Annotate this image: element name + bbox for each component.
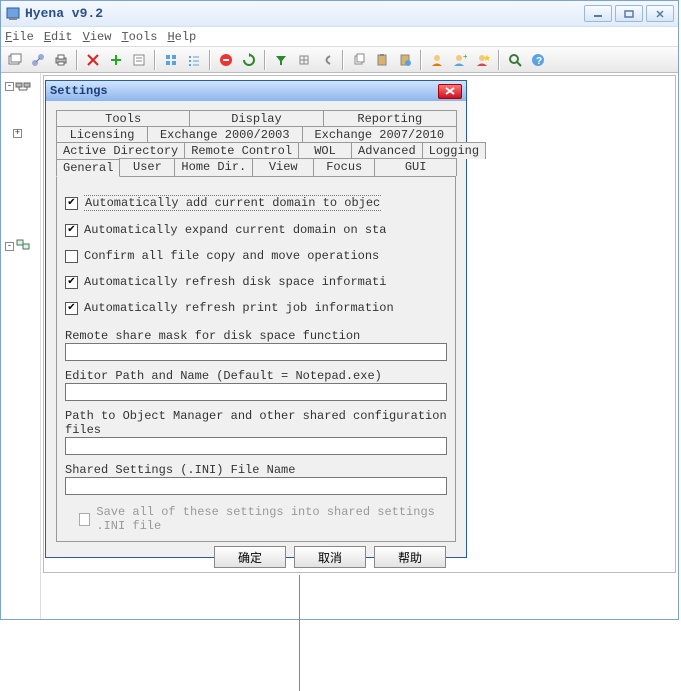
- checkbox-icon: [79, 513, 90, 526]
- user-star-icon[interactable]: [473, 50, 493, 70]
- new-window-icon[interactable]: [5, 50, 25, 70]
- tab-display[interactable]: Display: [189, 110, 323, 127]
- menu-view[interactable]: View: [83, 30, 112, 44]
- input-remote-share-mask[interactable]: [65, 343, 447, 361]
- tab-exchange-2007[interactable]: Exchange 2007/2010: [302, 126, 458, 143]
- tab-general[interactable]: General: [56, 159, 120, 177]
- check-refresh-disk[interactable]: ✔ Automatically refresh disk space infor…: [65, 275, 447, 289]
- tab-exchange-2000[interactable]: Exchange 2000/2003: [147, 126, 303, 143]
- add-user-icon[interactable]: +: [450, 50, 470, 70]
- tab-tools[interactable]: Tools: [56, 110, 190, 127]
- cancel-button[interactable]: 取消: [294, 546, 366, 568]
- input-object-manager-path[interactable]: [65, 437, 447, 455]
- dialog-button-row: 确定 取消 帮助: [56, 542, 456, 568]
- tab-remote-control[interactable]: Remote Control: [184, 142, 299, 159]
- network-icon[interactable]: [28, 50, 48, 70]
- tab-user[interactable]: User: [119, 158, 175, 176]
- menu-tools[interactable]: Tools: [121, 30, 157, 44]
- app-icon: [5, 6, 21, 22]
- find-icon[interactable]: [505, 50, 525, 70]
- tab-reporting[interactable]: Reporting: [323, 110, 457, 127]
- toolbar: + ?: [1, 47, 678, 73]
- input-editor-path[interactable]: [65, 383, 447, 401]
- svg-text:+: +: [463, 53, 467, 61]
- check-auto-add-domain[interactable]: ✔ Automatically add current domain to ob…: [65, 195, 447, 211]
- maximize-button[interactable]: [615, 5, 643, 22]
- tree-pane: - + -: [3, 73, 41, 619]
- divider-line: [299, 575, 300, 691]
- menu-help[interactable]: Help: [167, 30, 196, 44]
- tab-licensing[interactable]: Licensing: [56, 126, 148, 143]
- tab-active-directory[interactable]: Active Directory: [56, 142, 185, 159]
- field-shared-ini-name: Shared Settings (.INI) File Name: [65, 463, 447, 495]
- print-icon[interactable]: [51, 50, 71, 70]
- check-refresh-print[interactable]: ✔ Automatically refresh print job inform…: [65, 301, 447, 315]
- large-icons-icon[interactable]: [161, 50, 181, 70]
- field-remote-share-mask: Remote share mask for disk space functio…: [65, 329, 447, 361]
- help-button[interactable]: 帮助: [374, 546, 446, 568]
- user-manager-icon[interactable]: [427, 50, 447, 70]
- dialog-close-button[interactable]: [438, 84, 462, 99]
- export-icon[interactable]: [294, 50, 314, 70]
- tab-wol[interactable]: WOL: [298, 142, 352, 159]
- input-shared-ini-name[interactable]: [65, 477, 447, 495]
- stop-icon[interactable]: [216, 50, 236, 70]
- tab-view[interactable]: View: [252, 158, 314, 176]
- menubar: File Edit View Tools Help: [1, 27, 678, 47]
- filter-icon[interactable]: [271, 50, 291, 70]
- dialog-title: Settings: [50, 84, 108, 98]
- previous-icon[interactable]: [317, 50, 337, 70]
- tab-focus[interactable]: Focus: [313, 158, 375, 176]
- minimize-button[interactable]: [584, 5, 612, 22]
- tab-gui[interactable]: GUI: [374, 158, 457, 176]
- properties-icon[interactable]: [129, 50, 149, 70]
- svg-text:?: ?: [536, 56, 542, 67]
- ok-button[interactable]: 确定: [214, 546, 286, 568]
- dialog-titlebar: Settings: [46, 81, 466, 101]
- add-icon[interactable]: [106, 50, 126, 70]
- paste-icon[interactable]: [372, 50, 392, 70]
- checkbox-icon[interactable]: [65, 250, 78, 263]
- help-icon[interactable]: ?: [528, 50, 548, 70]
- menu-file[interactable]: File: [5, 30, 34, 44]
- check-save-shared-ini: Save all of these settings into shared s…: [79, 505, 447, 533]
- field-object-manager-path: Path to Object Manager and other shared …: [65, 409, 447, 455]
- window-title: Hyena v9.2: [25, 6, 103, 21]
- copy-icon[interactable]: [349, 50, 369, 70]
- field-editor-path: Editor Path and Name (Default = Notepad.…: [65, 369, 447, 401]
- general-tab-panel: ✔ Automatically add current domain to ob…: [56, 176, 456, 542]
- main-titlebar: Hyena v9.2: [1, 1, 678, 27]
- servers-icon[interactable]: [15, 237, 31, 256]
- settings-dialog: Settings Tools Display Reporting Licensi…: [45, 80, 467, 558]
- tab-home-dir[interactable]: Home Dir.: [174, 158, 253, 176]
- tab-strip: Tools Display Reporting Licensing Exchan…: [56, 111, 456, 176]
- close-button[interactable]: [646, 5, 674, 22]
- delete-icon[interactable]: [83, 50, 103, 70]
- tree-collapse-2[interactable]: -: [5, 242, 14, 251]
- check-confirm-copy-move[interactable]: Confirm all file copy and move operation…: [65, 249, 447, 263]
- paste-special-icon[interactable]: [395, 50, 415, 70]
- network-root-icon[interactable]: [15, 77, 31, 96]
- checkbox-icon[interactable]: ✔: [65, 302, 78, 315]
- tab-advanced[interactable]: Advanced: [351, 142, 423, 159]
- tree-collapse-root[interactable]: -: [5, 82, 14, 91]
- checkbox-icon[interactable]: ✔: [65, 276, 78, 289]
- menu-edit[interactable]: Edit: [44, 30, 73, 44]
- check-auto-expand-domain[interactable]: ✔ Automatically expand current domain on…: [65, 223, 447, 237]
- list-icon[interactable]: [184, 50, 204, 70]
- refresh-icon[interactable]: [239, 50, 259, 70]
- checkbox-icon[interactable]: ✔: [65, 224, 78, 237]
- tree-expand-1[interactable]: +: [13, 129, 22, 138]
- tab-logging[interactable]: Logging: [422, 142, 486, 159]
- checkbox-icon[interactable]: ✔: [65, 197, 78, 210]
